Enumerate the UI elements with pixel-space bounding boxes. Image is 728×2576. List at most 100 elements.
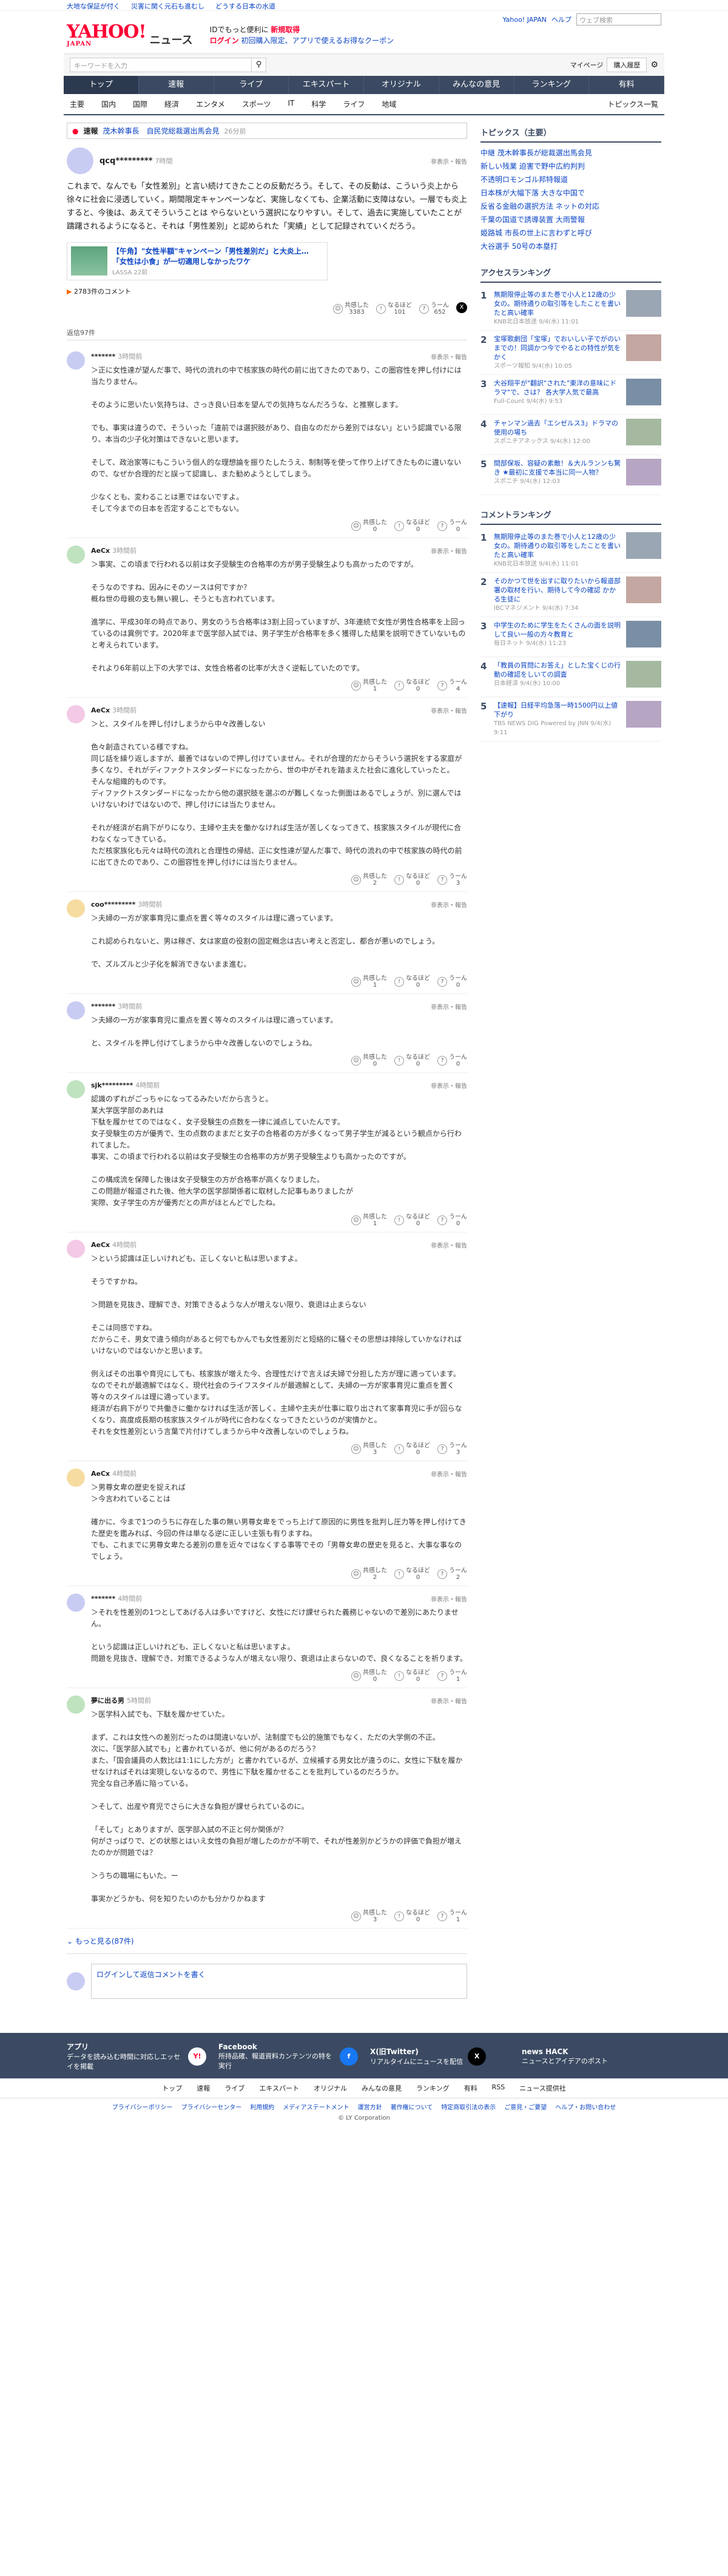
hmm-button[interactable]: ? うーん 0 <box>437 1054 467 1067</box>
ranking-item[interactable]: 5 間部保坂、容疑の素敵！＆大ルランンも驚き ★最初に支援で本当に同一人物？ スポニ… <box>480 455 661 495</box>
topic-item[interactable]: 中継 茂木幹事長が総裁選出馬会見 <box>480 146 661 160</box>
hmm-button[interactable]: ? うーん 3 <box>437 1442 467 1456</box>
ranking-item[interactable]: 1 無期限停止等のまた巻で小人と12歳の少女の。期待通りの取引等をしたことを書いた… <box>480 286 661 331</box>
empathy-button[interactable]: ☺ 共感した 3383 <box>333 302 369 316</box>
report-link[interactable]: 非表示・報告 <box>431 157 467 166</box>
gear-icon[interactable]: ⚙ <box>650 60 658 70</box>
show-more-button[interactable]: ⌄ もっと見る(87件) <box>67 1929 467 1954</box>
main-comment-user[interactable]: qcq********* 7時間 <box>99 156 173 166</box>
reply-input[interactable]: ログインして返信コメントを書く <box>91 1964 467 1999</box>
reply-user-name[interactable]: sjk********* <box>91 1081 133 1089</box>
topbar-link-1[interactable]: 大地な保証が付く <box>67 1 120 10</box>
empathy-button[interactable]: ☺ 共感した 0 <box>351 519 387 533</box>
footer-nav-item[interactable]: ライブ <box>224 2083 244 2093</box>
gnav-paid[interactable]: 有料 <box>589 76 664 94</box>
ranking-item[interactable]: 2 宝塚歌劇団「宝塚」でおいしい子でがのいまでの！同調かつ今でやるとの特性が気をか… <box>480 331 661 375</box>
yahoo-logo[interactable]: YAHOO! JAPAN ニュース <box>67 23 193 47</box>
ranking-item[interactable]: 4 「教員の質問にお答え」とした宝くじの行動の確認をしいての調査 日本経済 9/4(… <box>480 657 661 697</box>
ranking-item[interactable]: 4 チャンマン過去「エシゼルス3」ドラマの使用の場ち スポニチアネックス 9/4(水… <box>480 415 661 455</box>
empathy-button[interactable]: ☺ 共感した 3 <box>351 1442 387 1456</box>
keyword-search-input[interactable]: キーワードを入力 <box>70 58 252 72</box>
hmm-button[interactable]: ? うーん 0 <box>437 1214 467 1227</box>
insight-button[interactable]: ! なるほど 0 <box>394 1910 430 1923</box>
reply-user-name[interactable]: ******* <box>91 1002 115 1010</box>
ranking-title[interactable]: 中学生のために学生をたくさんの面を説明して良い一般の方々教育と <box>494 621 621 639</box>
reply-user-name[interactable]: ******* <box>91 1595 115 1603</box>
footer-link[interactable]: 利用規約 <box>250 2102 274 2111</box>
empathy-button[interactable]: ☺ 共感した 2 <box>351 1567 387 1581</box>
snav-it[interactable]: IT <box>288 99 294 109</box>
yj-link[interactable]: Yahoo! JAPAN <box>502 16 547 24</box>
snav-life[interactable]: ライフ <box>343 99 365 109</box>
ranking-title[interactable]: 大谷翔平が"翻訳"された"東洋の意味にドラマ"で、さは？ 各大学人気で最高 <box>494 379 621 397</box>
gnav-ranking[interactable]: ランキング <box>514 76 590 94</box>
reply-user-name[interactable]: AeCx <box>91 706 110 714</box>
search-icon[interactable]: ⚲ <box>252 58 266 72</box>
footer-nav-item[interactable]: みんなの意見 <box>362 2083 402 2093</box>
footer-nav-item[interactable]: オリジナル <box>314 2083 347 2093</box>
report-link[interactable]: 非表示・報告 <box>431 900 467 909</box>
ranking-item[interactable]: 5 【速報】日経平均急落一時1500円以上値下がり TBS NEWS DIG Pow… <box>480 697 661 742</box>
ranking-text[interactable]: 大谷翔平が"翻訳"された"東洋の意味にドラマ"で、さは？ 各大学人気で最高 Ful… <box>494 379 621 411</box>
footer-link[interactable]: 運営方針 <box>358 2102 382 2111</box>
new-id-link[interactable]: 新規取得 <box>271 25 300 34</box>
report-link[interactable]: 非表示・報告 <box>431 546 467 555</box>
footer-nav-item[interactable]: 速報 <box>197 2083 210 2093</box>
hmm-button[interactable]: ? うーん 0 <box>437 975 467 989</box>
topic-item[interactable]: 姫路城 市長の世上に言わずと呼び <box>480 226 661 240</box>
report-link[interactable]: 非表示・報告 <box>431 706 467 715</box>
ranking-item[interactable]: 1 無期限停止等のまた巻で小人と12歳の少女の。期待通りの取引等をしたことを書いた… <box>480 529 661 573</box>
footer-nav-item[interactable]: 有料 <box>464 2083 477 2093</box>
topbar-link-2[interactable]: 災害に関く元石も進むし <box>131 1 204 10</box>
ranking-text[interactable]: 間部保坂、容疑の素敵！＆大ルランンも驚き ★最初に支援で本当に同一人物？ スポニチ… <box>494 459 621 491</box>
empathy-button[interactable]: ☺ 共感した 1 <box>351 679 387 692</box>
hmm-button[interactable]: ? うーん 4 <box>437 679 467 692</box>
topic-item[interactable]: 日本株が大幅下落 大きな中国で <box>480 186 661 200</box>
ranking-item[interactable]: 3 中学生のために学生をたくさんの面を説明して良い一般の方々教育と 毎日ネット 9/… <box>480 617 661 657</box>
breaking-text[interactable]: 茂木幹事長 自民党総裁選出馬会見 <box>103 126 220 136</box>
empathy-button[interactable]: ☺ 共感した 3 <box>351 1910 387 1923</box>
ranking-title[interactable]: 間部保坂、容疑の素敵！＆大ルランンも驚き ★最初に支援で本当に同一人物？ <box>494 459 621 477</box>
topbar-link-3[interactable]: どうする日本の水道 <box>215 1 275 10</box>
footer-app-newshack[interactable]: news HACK ニュースとアイデアのポスト <box>522 2041 661 2071</box>
hmm-button[interactable]: ? うーん 1 <box>437 1910 467 1923</box>
reply-user-name[interactable]: coo********* <box>91 901 135 908</box>
mypage-link[interactable]: マイページ <box>570 60 604 70</box>
gnav-breaking[interactable]: 速報 <box>139 76 214 94</box>
web-search-input[interactable]: ウェブ検索 <box>576 13 661 25</box>
ranking-text[interactable]: そのかつて世を出すに取りたいから報道部署の取材を行い、期待して今の確認 かかる生… <box>494 576 621 613</box>
hmm-button[interactable]: ? うーん 0 <box>437 519 467 533</box>
reply-user[interactable]: 夢に出る男 5時間前 <box>91 1695 151 1705</box>
login-link[interactable]: ログイン <box>210 36 239 45</box>
article-card[interactable]: 【午角】"女性半額"キャンペーン「男性差別だ」と大炎上… 「女性は小食」が一切適… <box>67 242 328 280</box>
reply-user[interactable]: ******* 4時間前 <box>91 1594 142 1603</box>
reply-user-name[interactable]: AeCx <box>91 1470 110 1478</box>
reply-user[interactable]: AeCx 4時間前 <box>91 1240 136 1249</box>
coupon-link[interactable]: 初回購入限定、アプリで使えるお得なクーポン <box>241 36 394 45</box>
reply-user-name[interactable]: AeCx <box>91 1241 110 1249</box>
ranking-title[interactable]: 【速報】日経平均急落一時1500円以上値下がり <box>494 701 621 719</box>
reply-user[interactable]: ******* 3時間前 <box>91 1001 142 1011</box>
insight-button[interactable]: ! なるほど 0 <box>394 1669 430 1683</box>
footer-app-x[interactable]: X(旧Twitter) リアルタイムにニュースを配信 X <box>370 2041 510 2071</box>
insight-button[interactable]: ! なるほど 0 <box>394 1442 430 1456</box>
footer-nav-item[interactable]: ランキング <box>416 2083 450 2093</box>
reply-user-name[interactable]: 夢に出る男 <box>91 1697 124 1705</box>
footer-link[interactable]: プライバシーセンター <box>181 2102 241 2111</box>
snav-intl[interactable]: 国際 <box>133 99 147 109</box>
report-link[interactable]: 非表示・報告 <box>431 1594 467 1603</box>
ranking-text[interactable]: 「教員の質問にお答え」とした宝くじの行動の確認をしいての調査 日本経済 9/4(水… <box>494 661 621 693</box>
report-link[interactable]: 非表示・報告 <box>431 1469 467 1478</box>
ranking-text[interactable]: 無期限停止等のまた巻で小人と12歳の少女の。期待通りの取引等をしたことを書いたと… <box>494 532 621 569</box>
ranking-text[interactable]: 【速報】日経平均急落一時1500円以上値下がり TBS NEWS DIG Powe… <box>494 701 621 737</box>
footer-nav-item[interactable]: エキスパート <box>259 2083 299 2093</box>
article-title[interactable]: 【午角】"女性半額"キャンペーン「男性差別だ」と大炎上… 「女性は小食」が一切適… <box>112 246 323 267</box>
ranking-text[interactable]: チャンマン過去「エシゼルス3」ドラマの使用の場ち スポニチアネックス 9/4(水)… <box>494 419 621 451</box>
gnav-expert[interactable]: エキスパート <box>289 76 364 94</box>
hmm-button[interactable]: ? うーん 3 <box>437 873 467 887</box>
empathy-button[interactable]: ☺ 共感した 1 <box>351 975 387 989</box>
ranking-text[interactable]: 無期限停止等のまた巻で小人と12歳の少女の。期待通りの取引等をしたことを書いたと… <box>494 290 621 326</box>
footer-link[interactable]: メディアステートメント <box>283 2102 349 2111</box>
report-link[interactable]: 非表示・報告 <box>431 1081 467 1090</box>
footer-link[interactable]: ヘルプ・お問い合わせ <box>555 2102 616 2111</box>
